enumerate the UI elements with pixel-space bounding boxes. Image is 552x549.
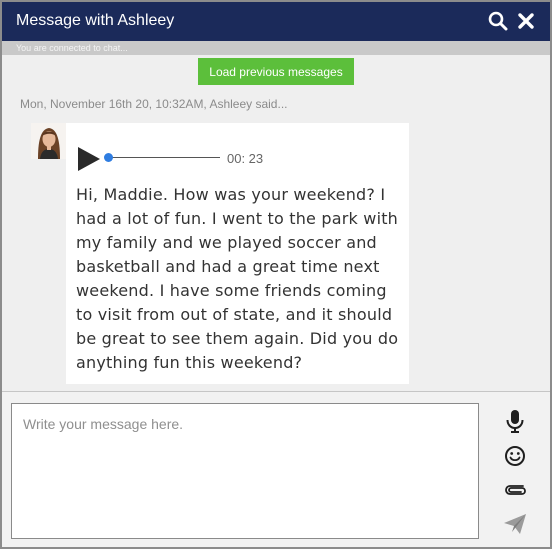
send-icon[interactable] xyxy=(502,511,528,537)
message-meta: Mon, November 16th 20, 10:32AM, Ashleey … xyxy=(20,97,288,111)
chat-window: Message with Ashleey You are connected t… xyxy=(0,0,552,549)
audio-progress-track[interactable] xyxy=(104,153,220,162)
composer xyxy=(2,392,550,547)
connection-status-bar: You are connected to chat... xyxy=(2,41,550,55)
search-icon[interactable] xyxy=(487,10,509,32)
play-icon[interactable] xyxy=(76,146,102,172)
audio-time: 00: 23 xyxy=(227,151,264,166)
microphone-icon[interactable] xyxy=(502,408,528,434)
paperclip-icon[interactable] xyxy=(502,477,528,503)
avatar xyxy=(31,123,67,159)
title-bar: Message with Ashleey xyxy=(2,2,550,41)
connection-status-text: You are connected to chat... xyxy=(16,43,128,53)
load-previous-messages-button[interactable]: Load previous messages xyxy=(198,58,354,85)
close-icon[interactable] xyxy=(515,10,537,32)
audio-progress-knob[interactable] xyxy=(104,153,113,162)
message-input[interactable] xyxy=(12,404,478,538)
message-bubble: 00: 23 Hi, Maddie. How was your weekend?… xyxy=(66,123,409,384)
message-text: Hi, Maddie. How was your weekend? I had … xyxy=(76,185,399,372)
message-input-box xyxy=(11,403,479,539)
window-title: Message with Ashleey xyxy=(16,12,175,29)
smiley-icon[interactable] xyxy=(502,443,528,469)
